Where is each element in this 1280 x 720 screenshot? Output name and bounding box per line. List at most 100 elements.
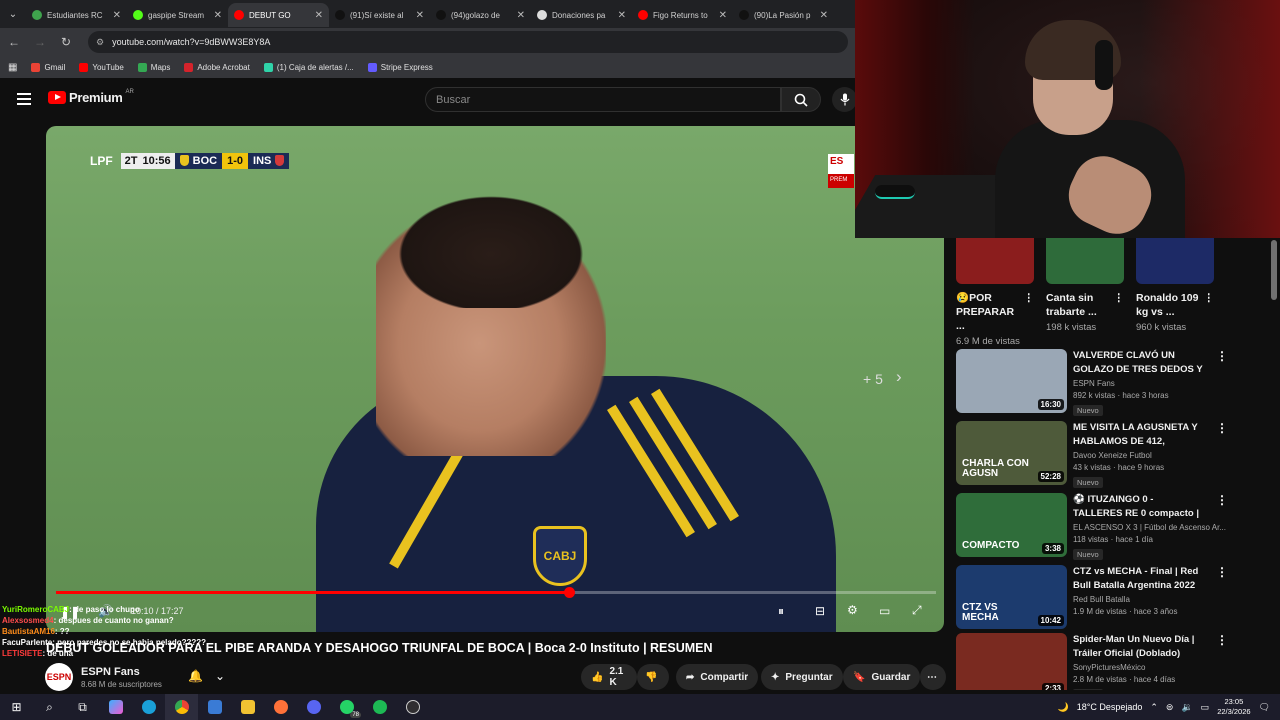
reload-button[interactable]: ↻ xyxy=(58,34,74,50)
video-thumbnail[interactable]: CTZ VS MECHA 10:42 xyxy=(956,565,1067,629)
browser-tab[interactable]: Figo Returns to ✕ xyxy=(632,3,733,27)
recommended-video[interactable]: 16:30 VALVERDE CLAVÓ UN GOLAZO DE TRES DE… xyxy=(956,349,1266,416)
more-videos-count[interactable]: + 5 xyxy=(863,371,883,387)
autoplay-toggle-icon[interactable]: ⏸ xyxy=(778,604,784,619)
recommended-video[interactable]: CHARLA CON AGUSN 52:28 ME VISITA LA AGUSNE… xyxy=(956,421,1266,488)
channel-name[interactable]: ESPN Fans xyxy=(81,666,162,678)
fullscreen-icon[interactable]: ⤢ xyxy=(912,603,922,618)
video-title-link[interactable]: Spider-Man Un Nuevo Día | Tráiler Oficia… xyxy=(1073,633,1205,660)
browser-tab[interactable]: Estudiantes RC ✕ xyxy=(26,3,127,27)
bell-icon[interactable]: 🔔 xyxy=(188,669,203,683)
bookmark-item[interactable]: (1) Caja de alertas /... xyxy=(263,62,354,72)
video-thumbnail[interactable]: COMPACTO 3:38 xyxy=(956,493,1067,557)
tray-chevron-icon[interactable]: ⌃ xyxy=(1150,702,1158,713)
browser-tab[interactable]: Donaciones pa ✕ xyxy=(531,3,632,27)
close-icon[interactable]: ✕ xyxy=(113,10,121,21)
bookmark-item[interactable]: Gmail xyxy=(31,62,65,72)
short-item[interactable]: Ronaldo 109 kg vs ... ⋮ 960 k vistas xyxy=(1136,238,1214,347)
video-thumbnail[interactable]: CHARLA CON AGUSN 52:28 xyxy=(956,421,1067,485)
browser-tab[interactable]: (91)Sí existe al ✕ xyxy=(329,3,430,27)
file-explorer-icon[interactable] xyxy=(231,694,264,720)
network-icon[interactable]: ⊜ xyxy=(1166,702,1174,713)
windows-start-icon[interactable]: ⊞ xyxy=(0,694,33,720)
more-vert-icon[interactable]: ⋮ xyxy=(1216,633,1228,647)
close-icon[interactable]: ✕ xyxy=(416,10,424,21)
video-channel[interactable]: ESPN Fans xyxy=(1073,379,1266,388)
browser-tab[interactable]: DEBUT GO ✕ xyxy=(228,3,329,27)
more-actions-button[interactable]: ⋯ xyxy=(920,664,946,690)
close-icon[interactable]: ✕ xyxy=(820,10,828,21)
browser-tab[interactable]: (94)golazo de ✕ xyxy=(430,3,531,27)
short-thumbnail[interactable] xyxy=(1136,238,1214,284)
battery-icon[interactable]: ▭ xyxy=(1201,702,1210,713)
video-title-link[interactable]: ⚽ ITUZAINGO 0 - TALLERES RE 0 compacto |… xyxy=(1073,493,1205,520)
recommended-video[interactable]: 2:33 Spider-Man Un Nuevo Día | Tráiler Of… xyxy=(956,633,1266,690)
video-thumbnail[interactable]: 16:30 xyxy=(956,349,1067,413)
chrome-icon[interactable] xyxy=(165,694,198,720)
more-vert-icon[interactable]: ⋮ xyxy=(1216,565,1228,579)
more-vert-icon[interactable]: ⋮ xyxy=(1114,291,1125,319)
subscription-bell[interactable]: 🔔 ⌄ xyxy=(188,669,225,683)
browser-tab[interactable]: (90)La Pasión p ✕ xyxy=(733,3,834,27)
task-view-icon[interactable]: ⧉ xyxy=(66,694,99,720)
more-vert-icon[interactable]: ⋮ xyxy=(1024,291,1035,333)
short-thumbnail[interactable] xyxy=(956,238,1034,284)
spotify-icon[interactable] xyxy=(363,694,396,720)
notifications-icon[interactable]: 🗨 xyxy=(1259,702,1270,713)
apps-grid-icon[interactable]: ▦ xyxy=(8,62,17,73)
bookmark-item[interactable]: Stripe Express xyxy=(367,62,433,72)
store-icon[interactable] xyxy=(198,694,231,720)
share-button[interactable]: ➦ Compartir xyxy=(676,664,759,690)
channel-avatar[interactable]: ESPN xyxy=(45,663,73,691)
settings-gear-icon[interactable]: ⚙ xyxy=(847,603,858,617)
video-channel[interactable]: Red Bull Batalla xyxy=(1073,595,1266,604)
close-icon[interactable]: ✕ xyxy=(315,10,323,21)
progress-scrubber[interactable] xyxy=(564,587,576,598)
discord-icon[interactable] xyxy=(297,694,330,720)
more-vert-icon[interactable]: ⋮ xyxy=(1216,349,1228,363)
close-icon[interactable]: ✕ xyxy=(214,10,222,21)
firefox-icon[interactable] xyxy=(264,694,297,720)
bookmark-item[interactable]: Maps xyxy=(137,62,170,72)
clock[interactable]: 23:05 22/3/2026 xyxy=(1217,697,1250,717)
close-icon[interactable]: ✕ xyxy=(719,10,727,21)
forward-button[interactable]: → xyxy=(32,34,48,50)
ask-button[interactable]: ✦ Preguntar xyxy=(761,664,843,690)
video-channel[interactable]: EL ASCENSO X 3 | Fútbol de Ascenso Ar... xyxy=(1073,523,1266,532)
recommended-video[interactable]: CTZ VS MECHA 10:42 CTZ vs MECHA - Final | … xyxy=(956,565,1266,629)
edge-icon[interactable] xyxy=(132,694,165,720)
more-vert-icon[interactable]: ⋮ xyxy=(1216,493,1228,507)
close-icon[interactable]: ✕ xyxy=(517,10,525,21)
browser-tab[interactable]: gaspipe Stream ✕ xyxy=(127,3,228,27)
site-info-icon[interactable]: ⚙ xyxy=(96,37,104,48)
tab-search-button[interactable]: ⌄ xyxy=(0,0,26,28)
theater-mode-icon[interactable]: ▭ xyxy=(879,604,890,618)
copilot-icon[interactable] xyxy=(99,694,132,720)
dislike-button[interactable]: 👎 xyxy=(637,664,669,690)
search-button[interactable] xyxy=(781,87,821,112)
short-item[interactable]: 😢POR PREPARAR ... ⋮ 6.9 M de vistas xyxy=(956,238,1034,347)
omnibox[interactable]: ⚙ youtube.com/watch?v=9dBWW3E8Y8A xyxy=(88,31,848,53)
like-button[interactable]: 👍 2.1 K xyxy=(581,664,637,690)
youtube-premium-logo[interactable]: Premium AR xyxy=(48,89,134,105)
menu-hamburger-icon[interactable] xyxy=(17,93,31,105)
subtitles-icon[interactable]: ⊟ xyxy=(815,604,825,618)
save-button[interactable]: 🔖 Guardar xyxy=(843,664,921,690)
video-title-link[interactable]: VALVERDE CLAVÓ UN GOLAZO DE TRES DEDOS Y… xyxy=(1073,349,1205,376)
voice-search-button[interactable] xyxy=(832,87,857,112)
search-input[interactable]: Buscar xyxy=(425,87,781,112)
video-title-link[interactable]: CTZ vs MECHA - Final | Red Bull Batalla … xyxy=(1073,565,1205,592)
bookmark-item[interactable]: Adobe Acrobat xyxy=(184,62,250,72)
more-vert-icon[interactable]: ⋮ xyxy=(1204,291,1215,319)
obs-icon[interactable] xyxy=(396,694,429,720)
volume-tray-icon[interactable]: 🔉 xyxy=(1181,702,1192,713)
recommended-video[interactable]: COMPACTO 3:38 ⚽ ITUZAINGO 0 - TALLERES RE … xyxy=(956,493,1266,560)
video-thumbnail[interactable]: 2:33 xyxy=(956,633,1067,690)
progress-bar[interactable] xyxy=(56,587,936,598)
video-channel[interactable]: Davoo Xeneize Futbol xyxy=(1073,451,1266,460)
close-icon[interactable]: ✕ xyxy=(618,10,626,21)
video-player[interactable]: CABJ LPF 2T 10:56 BOC 1-0 INS ES PREM + 5… xyxy=(46,126,944,632)
video-channel[interactable]: SonyPicturesMéxico xyxy=(1073,663,1266,672)
weather-label[interactable]: 18°C Despejado xyxy=(1077,702,1143,712)
chevron-down-icon[interactable]: ⌄ xyxy=(215,669,225,683)
